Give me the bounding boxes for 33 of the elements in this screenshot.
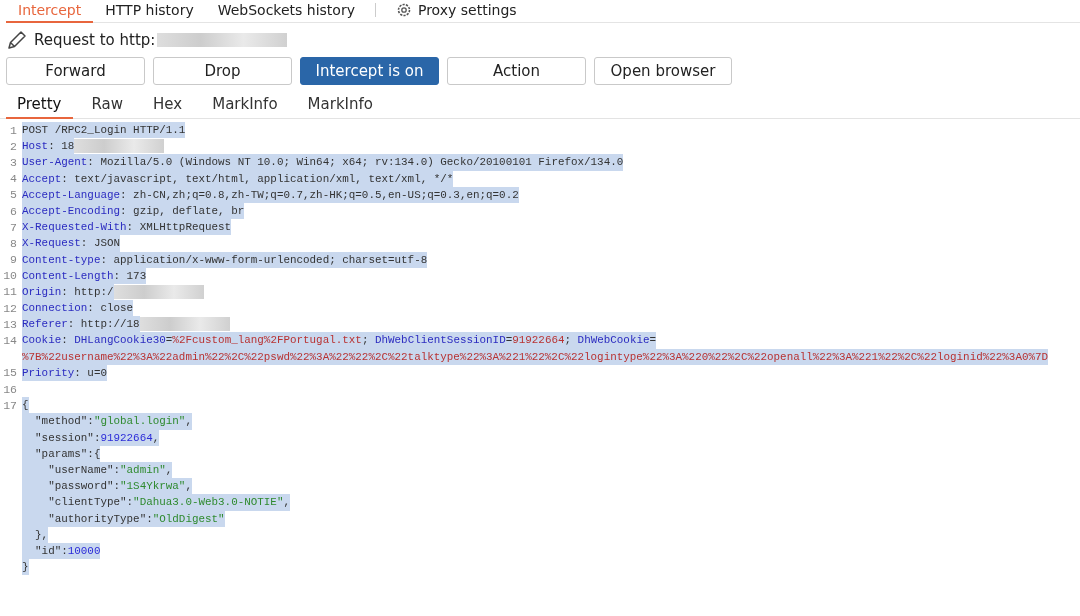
- toolbar-button[interactable]: Open browser: [594, 57, 732, 85]
- editor-tab[interactable]: MarkInfo: [201, 93, 289, 119]
- line-number: 16: [2, 382, 18, 396]
- toolbar-button[interactable]: Action: [447, 57, 586, 85]
- line-number: 14: [2, 334, 18, 348]
- toolbar-button[interactable]: Intercept is on: [300, 57, 439, 85]
- line-number: 1: [9, 123, 18, 137]
- proxy-tab[interactable]: HTTP history: [93, 0, 206, 23]
- line-number: 13: [2, 317, 18, 331]
- settings-icon: [395, 2, 412, 18]
- line-number: 4: [9, 172, 18, 186]
- toolbar-button[interactable]: Drop: [153, 57, 292, 85]
- toolbar-button[interactable]: Forward: [6, 57, 145, 85]
- line-number: 3: [9, 155, 18, 169]
- line-number: 2: [9, 139, 18, 153]
- proxy-tab[interactable]: WebSockets history: [205, 0, 367, 23]
- line-number: 8: [9, 236, 18, 250]
- line-number: 15: [2, 366, 18, 380]
- line-number: 9: [9, 253, 18, 267]
- line-number: 11: [2, 285, 18, 299]
- line-number: 5: [9, 188, 18, 202]
- pencil-icon: [6, 29, 28, 51]
- editor-tab[interactable]: Raw: [80, 93, 135, 119]
- line-number: 10: [2, 269, 18, 283]
- editor-tab[interactable]: Pretty: [6, 93, 73, 119]
- line-number: 6: [9, 204, 18, 218]
- editor-tab[interactable]: Hex: [142, 93, 194, 119]
- proxy-tab[interactable]: Proxy settings: [383, 0, 529, 23]
- line-number: 12: [2, 301, 18, 315]
- line-number: 7: [9, 220, 18, 234]
- editor-tab[interactable]: MarkInfo: [296, 93, 384, 119]
- request-url: Request to http:: [34, 31, 156, 49]
- line-number: 17: [2, 398, 18, 412]
